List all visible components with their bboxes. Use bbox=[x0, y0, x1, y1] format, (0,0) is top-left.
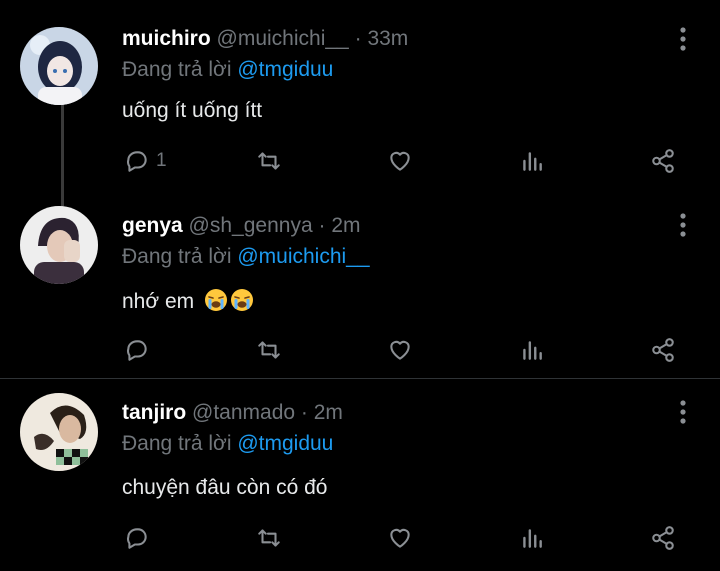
avatar[interactable] bbox=[20, 393, 98, 471]
replying-to: Đang trả lời @muichichi__ bbox=[122, 245, 370, 269]
analytics-icon bbox=[523, 152, 542, 171]
mention-link[interactable]: @tmgiduu bbox=[237, 58, 333, 81]
reply-button[interactable] bbox=[124, 335, 156, 365]
like-button[interactable] bbox=[387, 146, 413, 176]
replying-to: Đang trả lời @tmgiduu bbox=[122, 432, 333, 456]
timestamp[interactable]: 2m bbox=[331, 214, 360, 237]
replying-to-label: Đang trả lời bbox=[122, 432, 232, 455]
display-name[interactable]: tanjiro bbox=[122, 401, 186, 424]
reply-icon bbox=[127, 151, 147, 172]
analytics-button[interactable] bbox=[519, 523, 545, 553]
like-icon bbox=[390, 151, 410, 171]
avatar[interactable] bbox=[20, 27, 98, 105]
reply-icon bbox=[127, 340, 147, 361]
tweet-text: chuyện đâu còn có đó bbox=[122, 476, 328, 499]
user-handle[interactable]: @tanmado bbox=[192, 401, 295, 424]
separator: · bbox=[300, 401, 308, 424]
loudly-crying-face-icon bbox=[204, 289, 227, 311]
action-bar bbox=[0, 335, 720, 365]
user-handle[interactable]: @sh_gennya bbox=[189, 214, 313, 237]
like-button[interactable] bbox=[387, 523, 413, 553]
retweet-button[interactable] bbox=[256, 523, 282, 553]
reply-tweet[interactable]: genya @sh_gennya · 2m Đang trả lời @muic… bbox=[0, 190, 720, 378]
avatar[interactable] bbox=[20, 206, 98, 284]
timestamp[interactable]: 2m bbox=[314, 401, 343, 424]
avatar-image bbox=[20, 27, 98, 105]
tweet-text-container: nhớ em bbox=[122, 288, 254, 314]
replying-to: Đang trả lời @tmgiduu bbox=[122, 58, 333, 82]
separator: · bbox=[318, 214, 326, 237]
display-name[interactable]: genya bbox=[122, 214, 183, 237]
retweet-icon bbox=[258, 152, 280, 170]
share-icon bbox=[652, 338, 674, 362]
reply-count: 1 bbox=[156, 150, 167, 171]
tweet-header: muichiro @muichichi__ · 33m bbox=[122, 27, 408, 51]
more-icon bbox=[680, 213, 686, 237]
retweet-icon bbox=[258, 529, 280, 547]
mention-link[interactable]: @muichichi__ bbox=[237, 245, 369, 268]
reply-tweet[interactable]: muichiro @muichichi__ · 33m Đang trả lời… bbox=[0, 0, 720, 190]
avatar-image bbox=[20, 393, 98, 471]
timestamp[interactable]: 33m bbox=[367, 27, 408, 50]
share-button[interactable] bbox=[650, 523, 676, 553]
retweet-icon bbox=[258, 341, 280, 359]
reply-tweet[interactable]: tanjiro @tanmado · 2m Đang trả lời @tmgi… bbox=[0, 379, 720, 571]
tweet-header: tanjiro @tanmado · 2m bbox=[122, 401, 343, 425]
more-options-button[interactable] bbox=[674, 212, 692, 238]
like-icon bbox=[390, 340, 410, 360]
more-icon bbox=[680, 27, 686, 51]
share-icon bbox=[652, 526, 674, 550]
user-handle[interactable]: @muichichi__ bbox=[217, 27, 349, 50]
share-button[interactable] bbox=[650, 335, 676, 365]
mention-link[interactable]: @tmgiduu bbox=[237, 432, 333, 455]
action-bar bbox=[0, 523, 720, 553]
tweet-text: nhớ em bbox=[122, 290, 195, 313]
analytics-button[interactable] bbox=[519, 146, 545, 176]
share-icon bbox=[652, 149, 674, 173]
more-icon bbox=[680, 400, 686, 424]
analytics-icon bbox=[523, 341, 542, 360]
more-options-button[interactable] bbox=[674, 26, 692, 52]
loudly-crying-face-icon bbox=[230, 289, 253, 311]
reply-button[interactable]: 1 bbox=[124, 146, 167, 176]
analytics-button[interactable] bbox=[519, 335, 545, 365]
like-button[interactable] bbox=[387, 335, 413, 365]
tweet-header: genya @sh_gennya · 2m bbox=[122, 214, 361, 238]
replying-to-label: Đang trả lời bbox=[122, 58, 232, 81]
share-button[interactable] bbox=[650, 146, 676, 176]
tweet-text: uống ít uống ítt bbox=[122, 99, 263, 122]
replying-to-label: Đang trả lời bbox=[122, 245, 232, 268]
action-bar: 1 bbox=[0, 146, 720, 176]
more-options-button[interactable] bbox=[674, 399, 692, 425]
display-name[interactable]: muichiro bbox=[122, 27, 211, 50]
reply-button[interactable] bbox=[124, 523, 156, 553]
like-icon bbox=[390, 528, 410, 548]
retweet-button[interactable] bbox=[256, 335, 282, 365]
reply-icon bbox=[127, 528, 147, 549]
analytics-icon bbox=[523, 529, 542, 548]
retweet-button[interactable] bbox=[256, 146, 282, 176]
avatar-image bbox=[20, 206, 98, 284]
separator: · bbox=[354, 27, 362, 50]
